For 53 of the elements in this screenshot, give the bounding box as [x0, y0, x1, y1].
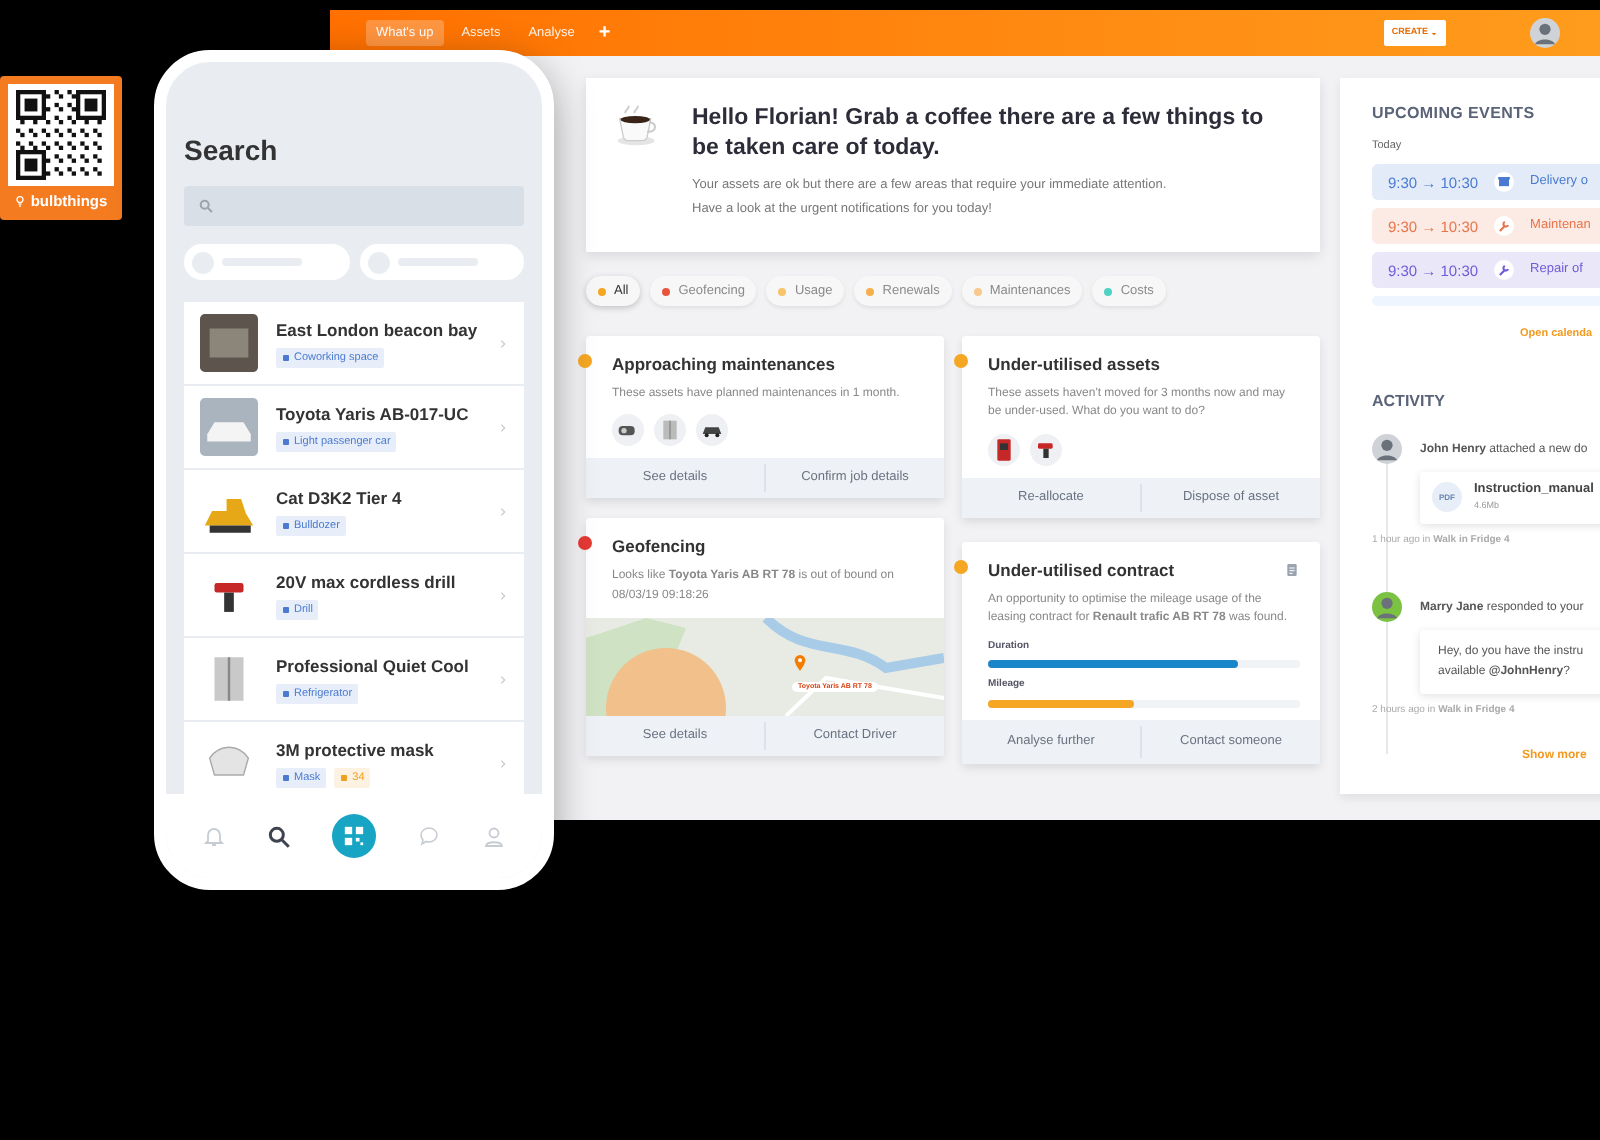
wrench-icon: [1494, 260, 1515, 281]
tag-icon: [282, 437, 290, 446]
asset-thumbnail: [988, 433, 1020, 466]
card-title: Geofencing: [612, 534, 706, 560]
asset-name: 3M protective mask: [276, 738, 436, 764]
card-title: Under-utilised contract: [988, 557, 1175, 583]
welcome-title: Hello Florian! Grab a coffee there are a few things to be taken care of today.: [692, 104, 1266, 164]
avatar-icon[interactable]: [1530, 18, 1560, 48]
tag-icon: [340, 773, 349, 782]
screen-title: Search: [182, 132, 280, 170]
tag-icon: [282, 689, 290, 698]
tag-icon: [282, 773, 290, 782]
document-icon[interactable]: [1284, 562, 1300, 579]
box-icon: [1494, 172, 1515, 193]
panel-heading: UPCOMING EVENTS: [1372, 102, 1537, 126]
card-title: Approaching maintenances: [612, 352, 835, 378]
asset-name: Cat D3K2 Tier 4: [276, 486, 404, 512]
tag-icon: [282, 353, 290, 362]
asset-name: East London beacon bay: [276, 318, 480, 344]
asset-thumbnail: [612, 414, 644, 447]
avatar-icon: [1372, 433, 1402, 463]
search-field[interactable]: [184, 186, 524, 226]
chevron-right-icon: [498, 757, 508, 769]
wrench-icon: [1494, 216, 1515, 237]
tag-icon: [282, 605, 290, 614]
chevron-right-icon: [498, 337, 508, 349]
lightbulb-icon: [14, 193, 27, 208]
asset-thumbnail: [696, 414, 728, 447]
asset-thumbnail: [654, 414, 686, 447]
asset-name: Toyota Yaris AB-017-UC: [276, 402, 471, 428]
chevron-right-icon: [498, 421, 508, 433]
chevron-right-icon: [498, 673, 508, 685]
add-button[interactable]: +: [592, 23, 617, 43]
tag-icon: [282, 521, 290, 530]
chevron-right-icon: [498, 505, 508, 517]
caret-icon: [1430, 29, 1438, 37]
asset-name: Professional Quiet Cool: [276, 654, 471, 680]
chat-bubble-icon[interactable]: [416, 824, 442, 848]
search-icon: [198, 198, 214, 214]
qr-scan-icon[interactable]: [332, 814, 376, 858]
bell-icon[interactable]: [202, 824, 226, 848]
map-pin-icon: [792, 652, 808, 674]
panel-heading: ACTIVITY: [1372, 389, 1447, 413]
card-title: Under-utilised assets: [988, 352, 1160, 378]
asset-thumbnail: [1030, 433, 1062, 466]
avatar-icon: [1372, 592, 1402, 622]
asset-name: 20V max cordless drill: [276, 570, 458, 596]
user-icon[interactable]: [482, 823, 506, 849]
chevron-right-icon: [498, 589, 508, 601]
search-icon[interactable]: [266, 823, 292, 849]
qr-code-icon: [16, 89, 106, 180]
photo-placeholder: [200, 398, 258, 456]
photo-placeholder: [200, 314, 258, 372]
